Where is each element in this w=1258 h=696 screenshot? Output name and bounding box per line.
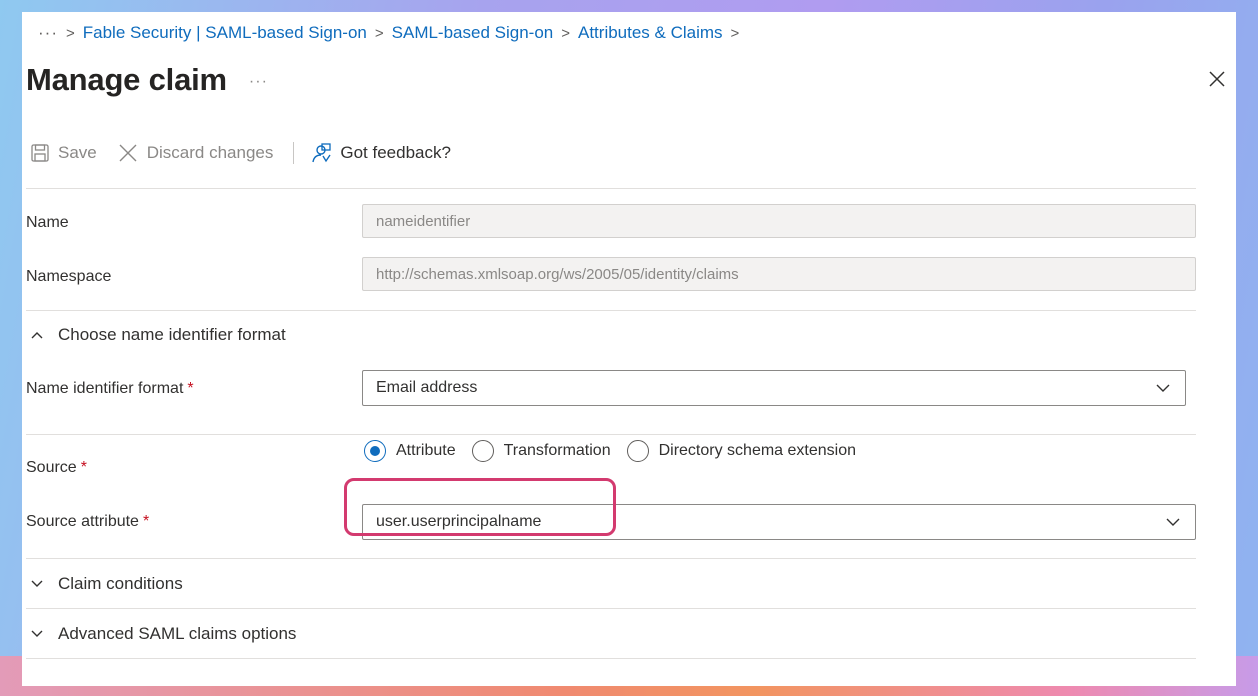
advanced-saml-options-label: Advanced SAML claims options — [58, 624, 297, 643]
source-attribute-value: user.userprincipalname — [376, 513, 542, 530]
source-option-label: Directory schema extension — [658, 442, 857, 459]
breadcrumb-separator: > — [65, 24, 75, 42]
name-label: Name — [26, 214, 69, 231]
source-option-label: Transformation — [503, 442, 611, 459]
breadcrumb: ··· > Fable Security | SAML-based Sign-o… — [38, 22, 747, 44]
name-field: nameidentifier — [362, 204, 1196, 238]
name-identifier-format-section-label: Choose name identifier format — [58, 325, 286, 344]
more-options-button[interactable]: ··· — [249, 73, 268, 91]
name-identifier-format-toggle[interactable]: Choose name identifier format — [30, 325, 286, 345]
chevron-down-icon — [31, 580, 43, 587]
discard-changes-button[interactable]: Discard changes — [117, 142, 274, 164]
chevron-down-icon — [1156, 384, 1170, 392]
chevron-down-icon — [31, 630, 43, 637]
divider — [26, 558, 1196, 559]
divider — [26, 658, 1196, 659]
radio-selected — [364, 440, 386, 462]
claim-conditions-toggle[interactable]: Claim conditions — [30, 574, 183, 594]
divider — [26, 310, 1196, 311]
claim-conditions-label: Claim conditions — [58, 574, 183, 593]
chevron-up-icon — [31, 332, 43, 339]
source-attribute-dropdown[interactable]: user.userprincipalname — [362, 504, 1196, 540]
breadcrumb-link-attributes-claims[interactable]: Attributes & Claims — [578, 23, 723, 43]
page-title: Manage claim — [26, 62, 227, 97]
close-button[interactable] — [1204, 66, 1230, 92]
divider — [26, 608, 1196, 609]
namespace-label: Namespace — [26, 268, 112, 285]
divider — [26, 188, 1196, 189]
feedback-label: Got feedback? — [340, 143, 451, 162]
radio-unselected — [471, 440, 494, 462]
feedback-button[interactable]: Got feedback? — [310, 142, 451, 164]
breadcrumb-separator: > — [561, 24, 570, 42]
name-identifier-format-dropdown[interactable]: Email address — [362, 370, 1186, 406]
save-icon — [31, 144, 49, 162]
feedback-icon — [312, 143, 332, 163]
source-radio-group: Attribute Transformation Directory schem… — [364, 440, 872, 462]
radio-unselected — [626, 440, 649, 462]
breadcrumb-link-fable-security[interactable]: Fable Security | SAML-based Sign-on — [83, 23, 367, 43]
name-identifier-format-label: Name identifier format * — [26, 380, 194, 397]
source-option-transformation[interactable]: Transformation — [471, 440, 611, 462]
divider — [26, 434, 1196, 435]
source-option-label: Attribute — [396, 442, 456, 459]
breadcrumb-link-saml-sign-on[interactable]: SAML-based Sign-on — [392, 23, 554, 43]
title-row: Manage claim ··· — [26, 62, 268, 98]
source-label: Source * — [26, 459, 87, 476]
required-mark: * — [142, 513, 150, 530]
breadcrumb-separator: > — [730, 24, 740, 42]
save-label: Save — [58, 143, 97, 162]
manage-claim-panel — [22, 12, 1236, 686]
command-bar: Save Discard changes Got feedback? — [30, 138, 451, 168]
toolbar-divider — [293, 142, 295, 164]
namespace-field: http://schemas.xmlsoap.org/ws/2005/05/id… — [362, 257, 1196, 291]
close-icon — [119, 144, 137, 162]
close-icon — [1209, 71, 1225, 87]
source-attribute-label: Source attribute * — [26, 513, 150, 530]
name-identifier-format-value: Email address — [376, 379, 478, 396]
save-button[interactable]: Save — [30, 143, 97, 163]
source-option-directory-schema-extension[interactable]: Directory schema extension — [626, 440, 857, 462]
discard-changes-label: Discard changes — [146, 143, 274, 162]
required-mark: * — [80, 459, 87, 476]
required-mark: * — [187, 380, 194, 397]
advanced-saml-options-toggle[interactable]: Advanced SAML claims options — [30, 624, 296, 644]
breadcrumb-separator: > — [374, 24, 384, 42]
chevron-down-icon — [1166, 518, 1180, 526]
source-option-attribute[interactable]: Attribute — [364, 440, 456, 462]
breadcrumb-more-button[interactable]: ··· — [38, 23, 58, 43]
